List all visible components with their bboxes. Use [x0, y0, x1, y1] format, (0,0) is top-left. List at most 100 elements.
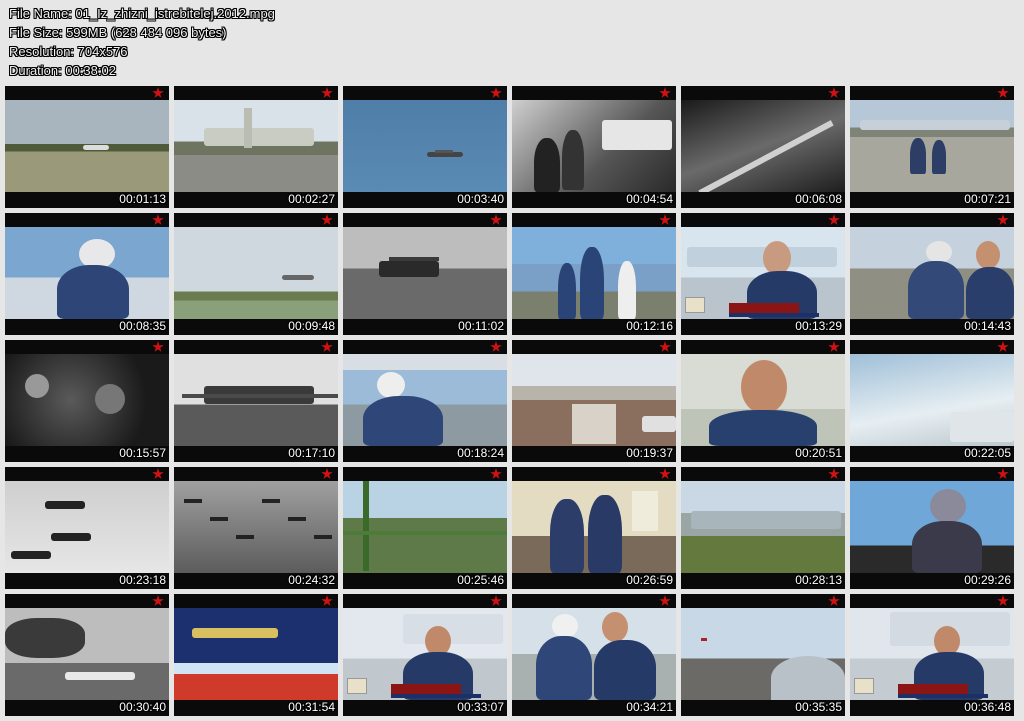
thumbnail[interactable]: 00:09:48 [174, 213, 338, 335]
tail-shape [244, 108, 252, 148]
thumbnail[interactable]: 00:06:08 [681, 86, 845, 208]
caption-bar [898, 684, 968, 694]
person-shape [932, 140, 946, 174]
red-star-icon [490, 214, 502, 225]
thumbnail[interactable]: 00:23:18 [5, 467, 169, 589]
red-star-icon [321, 468, 333, 479]
thumbnail[interactable]: 00:31:54 [174, 594, 338, 716]
red-star-icon [152, 341, 164, 352]
thumbnail[interactable]: 00:36:48 [850, 594, 1014, 716]
runway-shape [698, 120, 834, 192]
plane-shape [236, 535, 254, 539]
timestamp: 00:11:02 [458, 319, 504, 333]
thumbnail[interactable]: 00:24:32 [174, 467, 338, 589]
video-frame [850, 608, 1014, 700]
thumbnail[interactable]: 00:13:29 [681, 213, 845, 335]
timestamp: 00:01:13 [119, 192, 166, 206]
thumbnail[interactable]: 00:30:40 [5, 594, 169, 716]
red-star-icon [659, 214, 671, 225]
thumbnail[interactable]: 00:15:57 [5, 340, 169, 462]
video-frame [174, 608, 338, 700]
timestamp: 00:09:48 [288, 319, 335, 333]
jet-shape [83, 145, 109, 150]
timestamp: 00:08:35 [119, 319, 166, 333]
video-frame [174, 227, 338, 319]
thumbnail[interactable]: 00:08:35 [5, 213, 169, 335]
timestamp: 00:31:54 [288, 700, 335, 714]
red-star-icon [321, 87, 333, 98]
thumbnail[interactable]: 00:34:21 [512, 594, 676, 716]
emblem-shape [347, 678, 367, 694]
jet-shape [192, 628, 278, 638]
video-frame [5, 354, 169, 446]
red-star-icon [997, 87, 1009, 98]
video-frame [850, 100, 1014, 192]
thumbnail[interactable]: 00:07:21 [850, 86, 1014, 208]
face-shape [602, 612, 628, 642]
jets-row [860, 120, 1010, 130]
video-frame [512, 481, 676, 573]
person-shape [536, 636, 592, 700]
red-star-icon [828, 468, 840, 479]
thumbnail[interactable]: 00:17:10 [174, 340, 338, 462]
thumbnail[interactable]: 00:11:02 [343, 213, 507, 335]
timestamp: 00:06:08 [795, 192, 842, 206]
video-frame [850, 481, 1014, 573]
biplane-shape [379, 261, 439, 277]
video-frame [174, 481, 338, 573]
jet-nose-shape [5, 618, 85, 658]
timestamp: 00:28:13 [795, 573, 842, 587]
jet-shape [204, 128, 314, 146]
thumbnail[interactable]: 00:18:24 [343, 340, 507, 462]
canopy-shape [771, 656, 845, 700]
person-shape [558, 263, 576, 319]
gauge-shape [25, 374, 49, 398]
person-shape [562, 130, 584, 190]
thumbnail[interactable]: 00:26:59 [512, 467, 676, 589]
ladder-shape [363, 481, 369, 571]
thumbnail[interactable]: 00:04:54 [512, 86, 676, 208]
thumbnail[interactable]: 00:19:37 [512, 340, 676, 462]
video-frame [850, 227, 1014, 319]
person-shape [550, 499, 584, 573]
timestamp: 00:30:40 [119, 700, 166, 714]
thumbnail[interactable]: 00:14:43 [850, 213, 1014, 335]
video-frame [681, 227, 845, 319]
timestamp: 00:03:40 [457, 192, 504, 206]
red-star-icon [490, 595, 502, 606]
thumbnail[interactable]: 00:29:26 [850, 467, 1014, 589]
thumbnail[interactable]: 00:35:35 [681, 594, 845, 716]
timestamp: 00:33:07 [457, 700, 504, 714]
thumbnail[interactable]: 00:03:40 [343, 86, 507, 208]
plane-shape [288, 517, 306, 521]
timestamp: 00:20:51 [795, 446, 842, 460]
thumbnail[interactable]: 00:33:07 [343, 594, 507, 716]
thumbnail[interactable]: 00:20:51 [681, 340, 845, 462]
red-star-icon [490, 341, 502, 352]
red-star-icon [828, 87, 840, 98]
red-star-icon [490, 468, 502, 479]
thumbnail[interactable]: 00:12:16 [512, 213, 676, 335]
thumbnail[interactable]: 00:02:27 [174, 86, 338, 208]
video-frame [174, 354, 338, 446]
file-size-text: File Size: 599MB (628 484 096 bytes) [9, 25, 227, 40]
thumbnail[interactable]: 00:25:46 [343, 467, 507, 589]
person-shape [363, 396, 443, 446]
timestamp: 00:18:24 [457, 446, 504, 460]
red-star-icon [997, 214, 1009, 225]
video-frame [343, 608, 507, 700]
video-frame [681, 608, 845, 700]
runway-shape [572, 404, 616, 444]
thumbnail[interactable]: 00:22:05 [850, 340, 1014, 462]
person-shape [966, 267, 1014, 319]
timestamp: 00:04:54 [626, 192, 673, 206]
thumbnail[interactable]: 00:28:13 [681, 467, 845, 589]
person-shape [908, 261, 964, 319]
person-shape [588, 495, 622, 573]
timestamp: 00:26:59 [626, 573, 673, 587]
red-star-icon [659, 595, 671, 606]
caption-subbar [898, 694, 988, 698]
thumbnail[interactable]: 00:01:13 [5, 86, 169, 208]
file-info: File Name: 01_Iz_zhizni_istrebitelej.201… [9, 4, 275, 80]
face-shape [976, 241, 1000, 269]
